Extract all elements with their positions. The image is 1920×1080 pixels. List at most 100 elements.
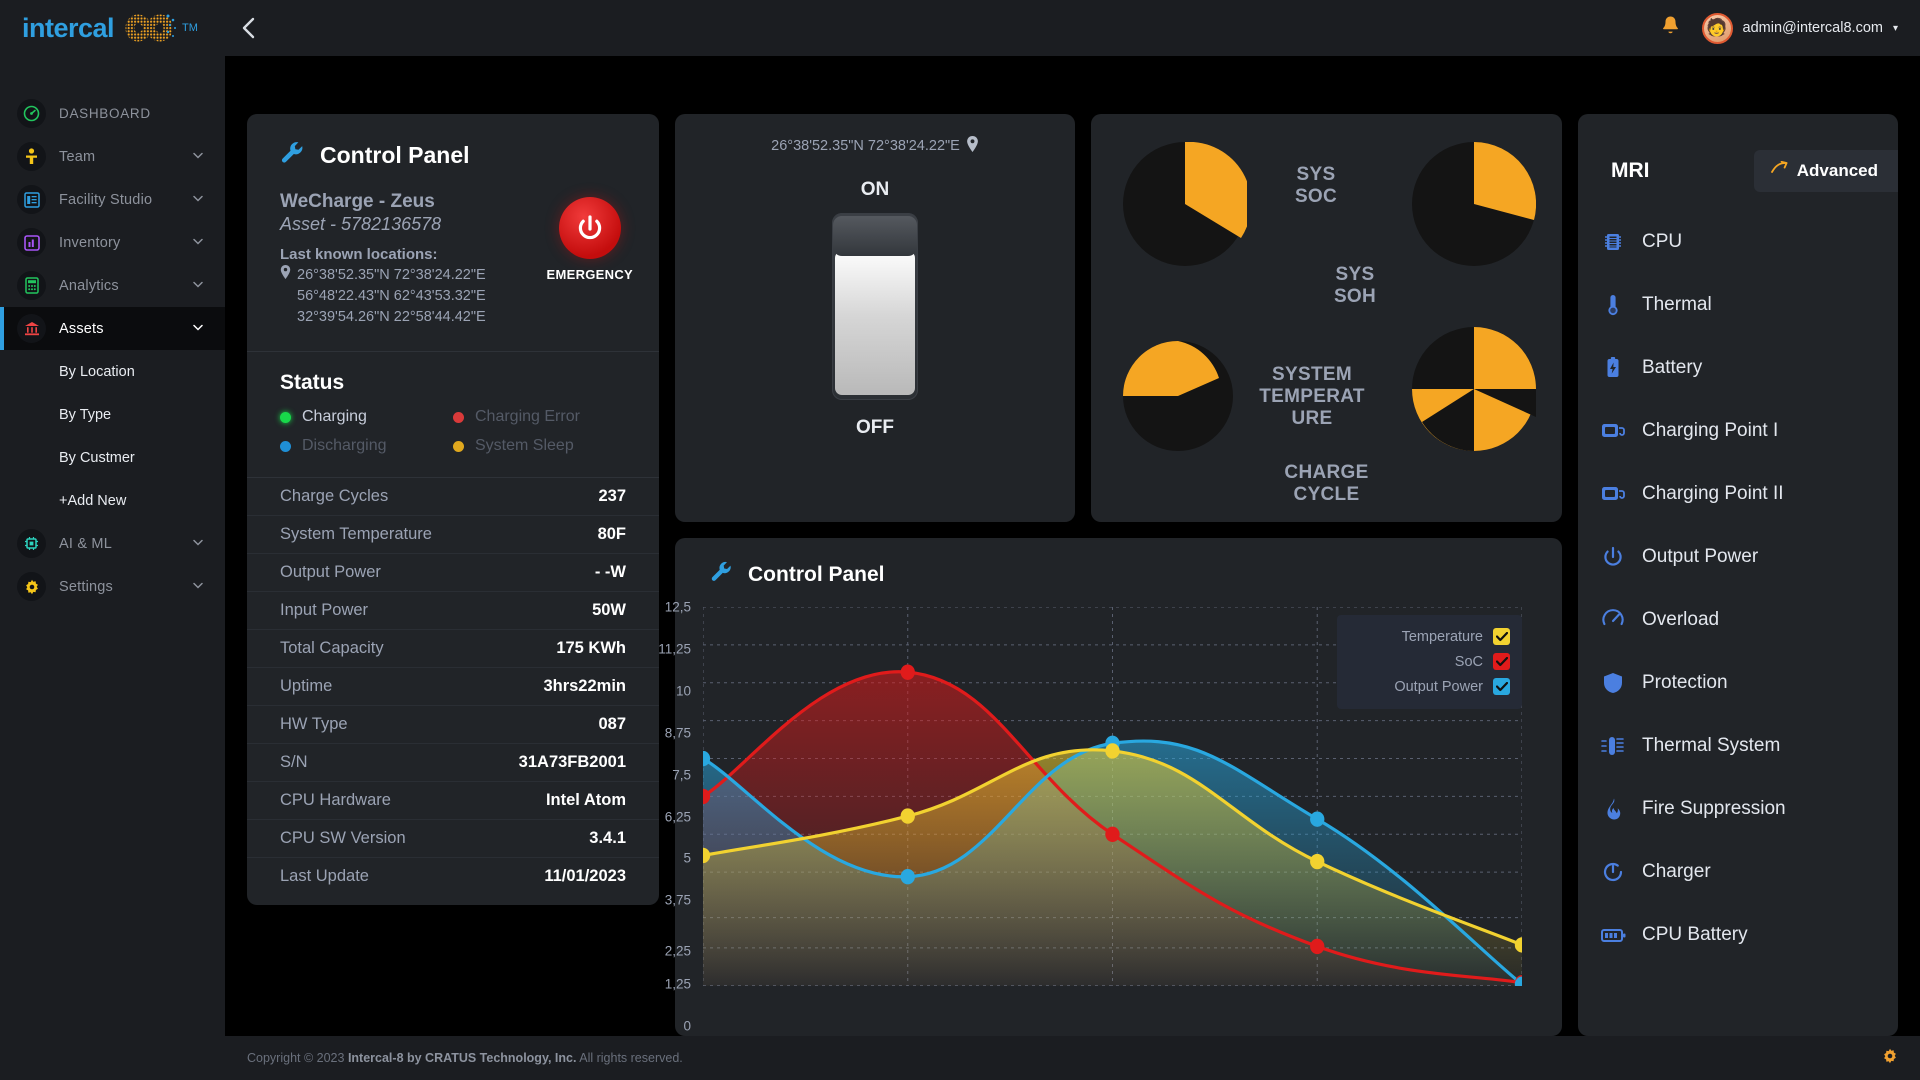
mri-item-output-power[interactable]: Output Power — [1600, 525, 1898, 588]
thermal-system-icon — [1600, 734, 1626, 758]
overload-icon — [1600, 608, 1626, 632]
chevron-down-icon[interactable] — [193, 194, 203, 205]
mri-item-thermal[interactable]: Thermal — [1600, 273, 1898, 336]
location-pin-icon — [966, 136, 979, 156]
flame-icon — [1600, 797, 1626, 821]
legend-label: SoC — [1454, 653, 1483, 670]
legend-checkbox[interactable] — [1493, 678, 1510, 695]
mri-item-fire-suppression[interactable]: Fire Suppression — [1600, 777, 1898, 840]
sidebar-item-add-new[interactable]: +Add New — [59, 479, 225, 522]
stat-key: Last Update — [280, 867, 369, 886]
back-button[interactable] — [225, 0, 271, 56]
gauge-charge-cycle — [1412, 327, 1536, 456]
body-row: DASHBOARD Team Facility Studio Inventory… — [0, 56, 1920, 1051]
user-menu[interactable]: 🧑 admin@intercal8.com ▾ — [1701, 12, 1920, 44]
sidebar-item-by-location[interactable]: By Location — [59, 350, 225, 393]
sidebar-item-settings[interactable]: Settings — [0, 565, 225, 608]
mri-item-protection[interactable]: Protection — [1600, 651, 1898, 714]
chevron-down-icon[interactable] — [193, 323, 203, 334]
sidebar-item-analytics[interactable]: Analytics — [0, 264, 225, 307]
control-panel-header: Control Panel — [247, 114, 659, 191]
sidebar: DASHBOARD Team Facility Studio Inventory… — [0, 56, 225, 1036]
gauge-system-temperature — [1123, 341, 1233, 456]
mri-item-cpu-battery[interactable]: CPU Battery — [1600, 903, 1898, 966]
legend-item-temperature[interactable]: Temperature — [1349, 624, 1510, 649]
sidebar-item-ai-ml[interactable]: AI & ML — [0, 522, 225, 565]
mri-item-charging-point-ii[interactable]: Charging Point II — [1600, 462, 1898, 525]
layout-icon — [17, 185, 46, 214]
mri-item-label: Battery — [1642, 356, 1703, 378]
status-item-charging-error[interactable]: Charging Error — [453, 408, 626, 426]
mri-item-label: Output Power — [1642, 545, 1759, 567]
gear-icon[interactable] — [1882, 1048, 1898, 1068]
toggle-off-label: OFF — [856, 417, 894, 438]
chevron-down-icon[interactable] — [193, 151, 203, 162]
mri-card: MRI Advanced CPU Thermal Battery Charging P… — [1578, 114, 1898, 1036]
sidebar-item-dashboard[interactable]: DASHBOARD — [0, 92, 225, 135]
mri-item-label: Thermal System — [1642, 734, 1781, 756]
gear-icon — [17, 572, 46, 601]
chevron-down-icon[interactable] — [193, 237, 203, 248]
sidebar-item-by-customer[interactable]: By Custmer — [59, 436, 225, 479]
status-item-charging[interactable]: Charging — [280, 408, 453, 426]
legend-checkbox[interactable] — [1493, 628, 1510, 645]
mri-item-battery[interactable]: Battery — [1600, 336, 1898, 399]
gauge-label-sys-soh: SYS SOH — [1333, 264, 1377, 308]
sidebar-item-inventory[interactable]: Inventory — [0, 221, 225, 264]
advanced-button[interactable]: Advanced — [1753, 150, 1898, 192]
sidebar-item-by-type[interactable]: By Type — [59, 393, 225, 436]
mri-item-cpu[interactable]: CPU — [1600, 210, 1898, 273]
legend-item-soc[interactable]: SoC — [1349, 649, 1510, 674]
legend-checkbox[interactable] — [1493, 653, 1510, 670]
sidebar-item-label: Assets — [59, 320, 104, 337]
control-panel-column: Control Panel WeCharge - Zeus Asset - 57… — [247, 114, 659, 1036]
sidebar-item-team[interactable]: Team — [0, 135, 225, 178]
control-panel-card: Control Panel WeCharge - Zeus Asset - 57… — [247, 114, 659, 906]
mri-title: MRI — [1611, 159, 1650, 182]
location-text: 56°48'22.43"N 62°43'53.32"E — [297, 288, 486, 305]
status-item-system-sleep[interactable]: System Sleep — [453, 437, 626, 455]
stat-row: Output Power - -W — [247, 553, 659, 591]
mri-item-thermal-system[interactable]: Thermal System — [1600, 714, 1898, 777]
asset-stats-list: Charge Cycles 237 System Temperature 80F Out… — [247, 477, 659, 905]
chart-title: Control Panel — [748, 562, 885, 586]
stat-value: 31A73FB2001 — [518, 753, 626, 772]
mri-item-charging-point-i[interactable]: Charging Point I — [1600, 399, 1898, 462]
main-content: Control Panel WeCharge - Zeus Asset - 57… — [225, 56, 1920, 1051]
chevron-down-icon[interactable] — [193, 581, 203, 592]
location-text: 26°38'52.35"N 72°38'24.22"E — [297, 267, 486, 283]
stat-value: - -W — [594, 563, 626, 582]
mri-item-label: Protection — [1642, 671, 1728, 693]
mri-item-charger[interactable]: Charger — [1600, 840, 1898, 903]
sidebar-subitem-label: By Type — [59, 406, 112, 423]
sidebar-item-facility-studio[interactable]: Facility Studio — [0, 178, 225, 221]
mri-item-overload[interactable]: Overload — [1600, 588, 1898, 651]
stat-key: System Temperature — [280, 525, 432, 544]
mri-list: CPU Thermal Battery Charging Point I Chargin… — [1578, 192, 1898, 966]
emergency-button[interactable]: EMERGENCY — [547, 191, 634, 282]
mri-item-label: Charger — [1642, 860, 1711, 882]
chevron-down-icon[interactable] — [193, 538, 203, 549]
location-row: 26°38'52.35"N 72°38'24.22"E — [280, 265, 486, 286]
mri-item-label: Charging Point II — [1642, 482, 1784, 504]
stat-value: 237 — [598, 487, 626, 506]
chevron-down-icon[interactable] — [193, 280, 203, 291]
sidebar-item-assets[interactable]: Assets — [0, 307, 225, 350]
legend-item-output-power[interactable]: Output Power — [1349, 674, 1510, 699]
brand-logo[interactable]: intercal TM — [0, 0, 225, 56]
sidebar-subitem-label: By Custmer — [59, 449, 135, 466]
gauge-sys-soh — [1412, 141, 1537, 271]
switch-knob[interactable] — [835, 251, 915, 395]
chart-card: Control Panel 12,5 11,25 10 8,75 7,5 6,25 5 3,7… — [658, 538, 1562, 1051]
sidebar-subitem-label: By Location — [59, 363, 135, 380]
notifications-bell-icon[interactable] — [1661, 15, 1680, 42]
middle-column: 26°38'52.35"N 72°38'24.22"E ON OFF SYS S… — [658, 114, 1562, 1051]
power-switch[interactable] — [832, 213, 918, 400]
status-dot — [280, 411, 291, 423]
y-axis-tick: 11,25 — [658, 641, 691, 657]
status-label: Discharging — [302, 437, 387, 455]
status-item-discharging[interactable]: Discharging — [280, 437, 453, 455]
trademark-mark: TM — [182, 22, 198, 34]
copyright: Copyright © 2023 Intercal-8 by CRATUS Te… — [247, 1051, 683, 1065]
charger-icon — [1600, 860, 1626, 884]
